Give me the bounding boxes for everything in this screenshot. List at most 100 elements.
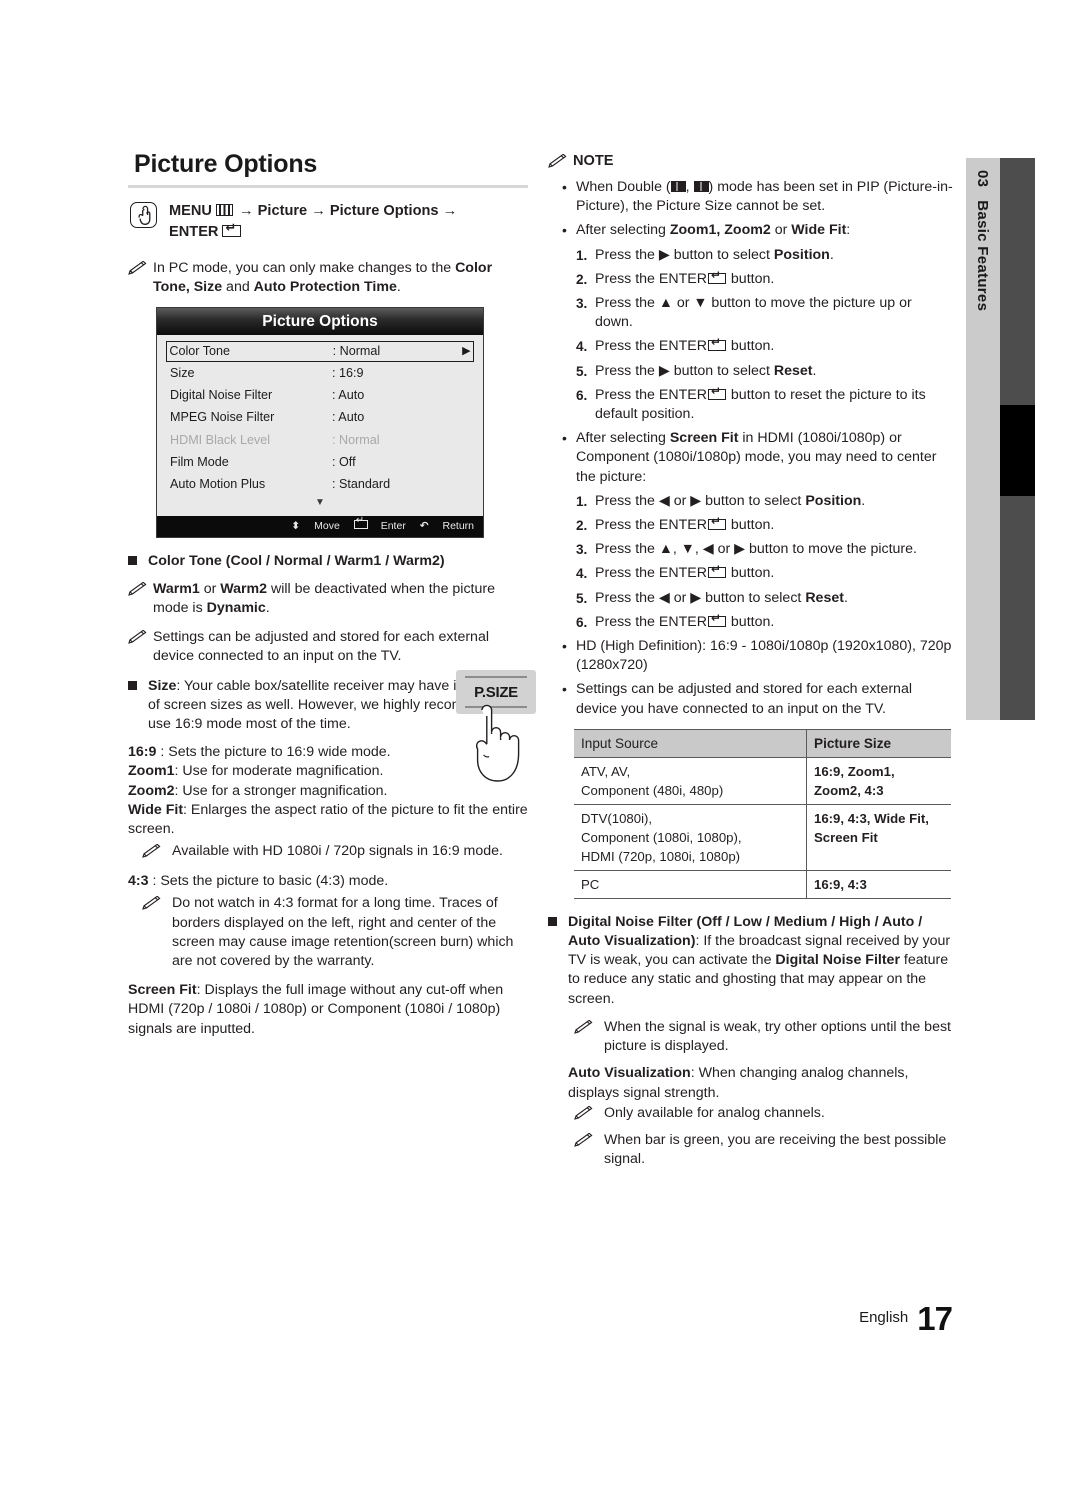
step-pre: Press the ENTER [595, 386, 707, 403]
osd-return-hint: ↶ Return [420, 520, 474, 532]
note-warm-modes: Warm1 or Warm2 will be deactivated when … [128, 580, 528, 618]
sf-intro-pre: After selecting [576, 430, 670, 447]
step-pre: Press the ENTER [595, 613, 707, 630]
step-bold: Reset [773, 362, 813, 379]
step-text: Press the ◀ or ▶ button to select Positi… [595, 492, 953, 511]
osd-return-label: Return [442, 519, 474, 532]
osd-label: Digital Noise Filter [170, 388, 273, 403]
note-settings-external: • Settings can be adjusted and stored fo… [562, 680, 953, 718]
pencil-icon [574, 1105, 595, 1125]
screenfit-term: Screen Fit [669, 430, 739, 447]
picture-size-table: Input Source Picture Size ATV, AV, Compo… [574, 728, 951, 899]
osd-picture-options[interactable]: Picture Options Color Tone : Normal ▶ Si… [156, 307, 484, 538]
zoom-step-2: 2. Press the ENTER button. [562, 269, 953, 289]
chapter-title: Basic Features [974, 200, 992, 312]
enter-key-icon [707, 385, 726, 400]
osd-label: Film Mode [170, 454, 229, 469]
enter-key-icon [222, 221, 242, 237]
screen-fit-desc: Screen Fit: Displays the full image with… [128, 981, 528, 1039]
enter-key-icon [707, 563, 726, 579]
section-digital-noise-filter: Digital Noise Filter (Off / Low / Medium… [548, 913, 953, 1009]
osd-row-film-mode[interactable]: Film Mode : Off [166, 451, 474, 473]
warm2-term: Warm2 [220, 580, 268, 597]
osd-arrow-slot [452, 365, 470, 382]
osd-move-hint: ⬍ Move [291, 520, 339, 532]
osd-value: : Normal [332, 432, 380, 447]
left-column: Picture Options MENU → Picture → Picture… [128, 150, 528, 1039]
size-mode-43: 4:3 : Sets the picture to basic (4:3) mo… [128, 872, 528, 891]
mode-term: Zoom2 [128, 782, 175, 799]
mode-term: Wide Fit [128, 801, 184, 818]
pencil-icon [128, 581, 149, 618]
note-double-pip: • When Double (, ) mode has been set in … [562, 178, 953, 216]
note-hd-text: HD (High Definition): 16:9 - 1080i/1080p… [576, 638, 952, 674]
step-pre: Press the ◀ or ▶ button to select [595, 589, 806, 606]
note-weak-signal: When the signal is weak, try other optio… [574, 1018, 953, 1056]
osd-row-mpeg-noise-filter[interactable]: MPEG Noise Filter : Auto [166, 407, 474, 429]
note-pc-bold2: Auto Protection Time [253, 279, 397, 296]
press-hand-icon [130, 202, 157, 228]
zoom-intro-pre: After selecting [576, 222, 670, 239]
pencil-icon [548, 153, 569, 173]
screenfit-step-2: 2. Press the ENTER button. [562, 515, 953, 535]
screenfit-step-6: 6. Press the ENTER button. [562, 612, 953, 632]
chapter-tab-active-marker [1000, 405, 1035, 496]
mode-desc: : Use for a stronger magnification. [174, 782, 388, 799]
osd-row-color-tone[interactable]: Color Tone : Normal ▶ [166, 341, 474, 363]
note-zoom-intro: • After selecting Zoom1, Zoom2 or Wide F… [562, 221, 953, 240]
scroll-down-icon[interactable]: ▼ [166, 496, 474, 512]
osd-value: : Normal [332, 344, 381, 359]
step-text: Press the ◀ or ▶ button to select Reset. [595, 589, 953, 608]
square-bullet-icon [128, 677, 148, 735]
psize-button-illustration: P.SIZE [450, 670, 542, 795]
step-post: . [843, 589, 848, 606]
auto-vis-term: Auto Visualization [568, 1065, 691, 1082]
step-text: Press the ENTER button. [595, 612, 953, 632]
step-number: 2. [576, 271, 588, 287]
note-heading-block: NOTE [548, 152, 953, 173]
chapter-tab-text: 03 Basic Features [966, 158, 1000, 720]
note-analog-only-text: Only available for analog channels. [604, 1104, 825, 1121]
step-pre: Press the ◀ or ▶ button to select [595, 492, 806, 509]
step-post: button. [726, 517, 775, 534]
step-bold: Position [805, 492, 862, 509]
pip-double-even-icon [693, 181, 709, 192]
section-color-tone: Color Tone (Cool / Normal / Warm1 / Warm… [128, 552, 528, 571]
screenfit-step-3: 3. Press the ▲, ▼, ◀ or ▶ button to move … [562, 540, 953, 559]
widefit-term: Wide Fit [791, 222, 847, 239]
note-pc-end: . [396, 279, 401, 296]
osd-value: : Auto [332, 410, 365, 425]
step-number: 3. [576, 542, 588, 558]
step-number: 6. [576, 387, 588, 403]
step-pre: Press the ENTER [595, 338, 707, 355]
osd-row-size[interactable]: Size : 16:9 [166, 362, 474, 384]
pencil-icon [128, 260, 149, 297]
zoom-steps-list: 1. Press the ▶ button to select Position.… [562, 246, 953, 425]
step-post: button. [726, 270, 775, 287]
osd-arrow-slot [452, 432, 470, 449]
step-text: Press the ▲ or ▼ button to move the pict… [595, 295, 912, 331]
note-hd-definition: • HD (High Definition): 16:9 - 1080i/108… [562, 637, 953, 675]
page-title: Picture Options [134, 150, 318, 178]
pencil-icon [574, 1019, 595, 1056]
osd-row-digital-noise-filter[interactable]: Digital Noise Filter : Auto [166, 385, 474, 407]
size-mode-widefit: Wide Fit: Enlarges the aspect ratio of t… [128, 801, 528, 839]
warm-mid1: or [199, 580, 221, 597]
chevron-right-icon[interactable]: ▶ [453, 343, 470, 360]
manual-page: Picture Options MENU → Picture → Picture… [0, 0, 1080, 1494]
enter-key-icon [707, 269, 726, 284]
mode-desc: : Sets the picture to basic (4:3) mode. [152, 873, 389, 890]
note-screenfit-intro-text: After selecting Screen Fit in HDMI (1080… [576, 429, 953, 487]
step-number: 6. [576, 614, 588, 630]
osd-row-auto-motion-plus[interactable]: Auto Motion Plus : Standard [166, 473, 474, 495]
cell-picture-size: 16:9, 4:3, Wide Fit, Screen Fit [806, 803, 951, 871]
note-green-bar-text: When bar is green, you are receiving the… [604, 1131, 947, 1167]
menu-grid-icon [215, 204, 233, 216]
note-settings-text: Settings can be adjusted and stored for … [153, 629, 489, 665]
warm-end: . [265, 599, 270, 616]
menu-path: MENU → Picture → Picture Options → ENTER [128, 201, 528, 243]
move-arrows-icon: ⬍ [291, 519, 301, 532]
screenfit-steps-list: 1. Press the ◀ or ▶ button to select Posi… [562, 492, 953, 632]
bullet-dot-icon: • [562, 179, 567, 195]
zoom-step-4: 4. Press the ENTER button. [562, 336, 953, 356]
